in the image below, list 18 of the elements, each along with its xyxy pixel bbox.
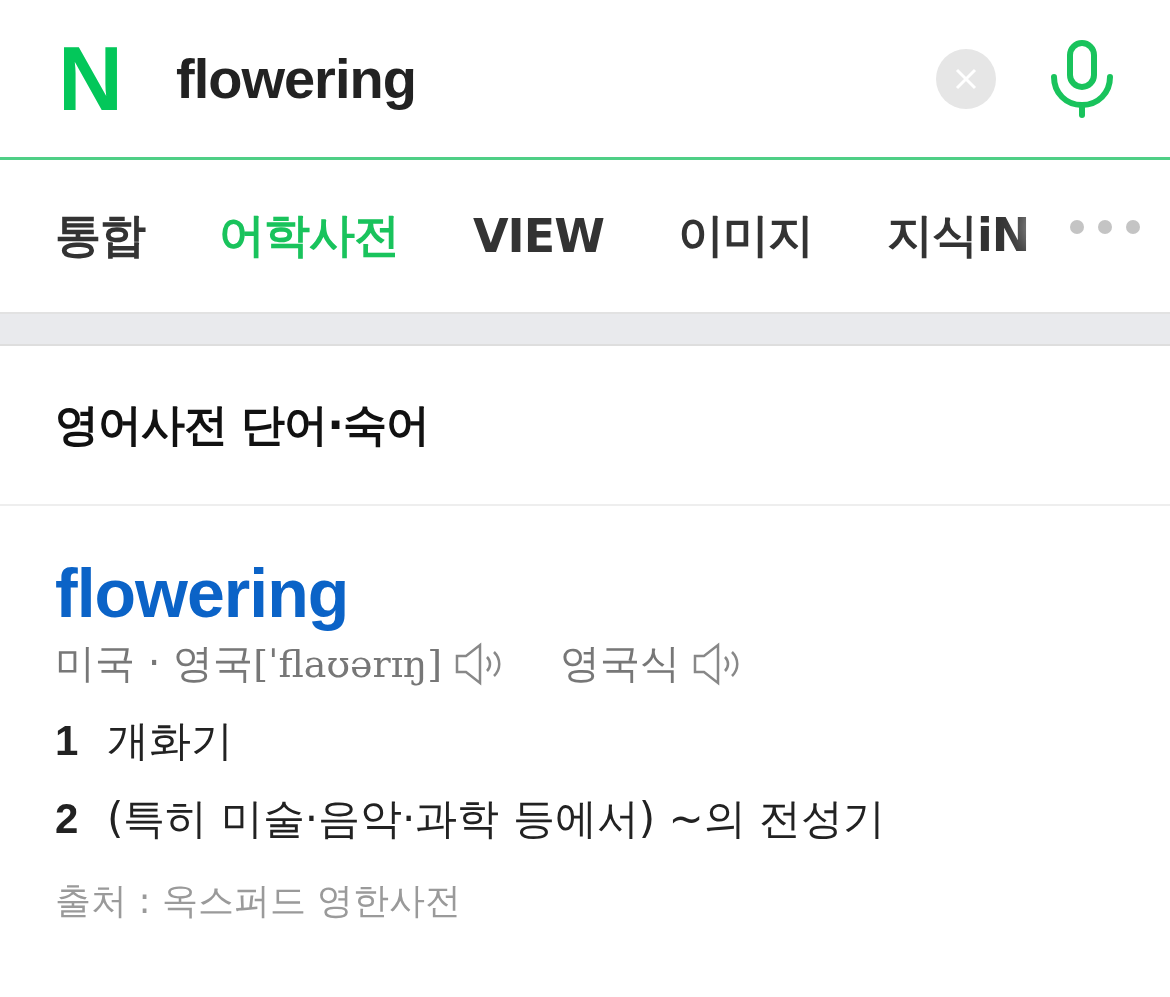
definition-text: 개화기 bbox=[107, 715, 233, 767]
pronunciation-label: 영국식 bbox=[560, 639, 681, 688]
tab[interactable]: 통합 bbox=[55, 205, 145, 267]
word-link[interactable]: flowering bbox=[55, 554, 349, 632]
tab[interactable]: 지식iN bbox=[886, 205, 1030, 267]
close-icon bbox=[955, 67, 977, 90]
definition-number: 1 bbox=[55, 717, 80, 765]
pronunciation: [ˈflaʊərɪŋ] bbox=[253, 641, 443, 686]
more-button[interactable] bbox=[1070, 220, 1140, 234]
tab[interactable]: 이미지 bbox=[677, 205, 813, 267]
definition-number: 2 bbox=[55, 795, 80, 843]
source-text: 출처 : 옥스퍼드 영한사전 bbox=[55, 879, 463, 923]
tab[interactable]: VIEW bbox=[473, 209, 604, 263]
more-icon bbox=[1070, 220, 1140, 234]
search-field[interactable]: flowering bbox=[176, 46, 936, 111]
section-title: 영어사전 단어·숙어 bbox=[0, 346, 1170, 506]
pronunciation-label: 미국 · 영국 bbox=[55, 639, 254, 688]
definition-text: (특히 미술·음악·과학 등에서) ~의 전성기 bbox=[107, 793, 886, 845]
